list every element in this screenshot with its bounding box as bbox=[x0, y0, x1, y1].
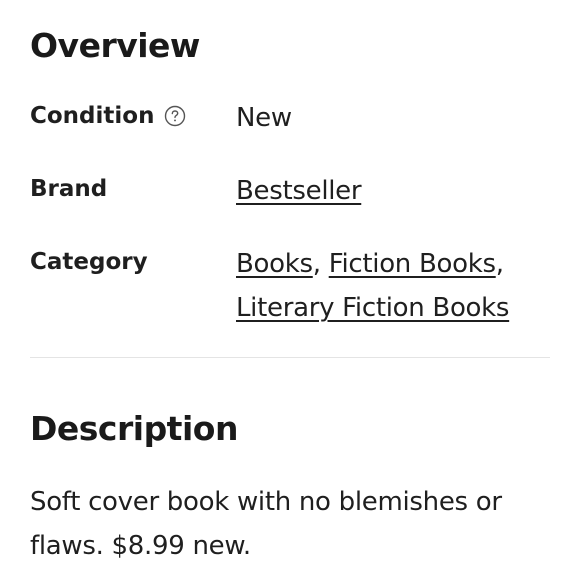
section-divider bbox=[30, 357, 550, 358]
category-separator: , bbox=[495, 249, 504, 279]
condition-label: Condition bbox=[30, 103, 155, 129]
category-links: Books, Fiction Books, Literary Fiction B… bbox=[236, 242, 509, 330]
description-heading: Description bbox=[30, 409, 238, 448]
brand-label: Brand bbox=[30, 176, 108, 202]
description-text: Soft cover book with no blemishes or fla… bbox=[30, 487, 502, 561]
condition-label-wrap: Condition bbox=[30, 100, 236, 132]
category-label: Category bbox=[30, 249, 148, 275]
overview-heading: Overview bbox=[30, 26, 200, 65]
brand-value-wrap: Bestseller bbox=[236, 169, 362, 213]
question-circle-icon[interactable] bbox=[164, 105, 186, 127]
condition-value: New bbox=[236, 103, 292, 133]
category-separator: , bbox=[312, 249, 321, 279]
category-link-fiction-books[interactable]: Fiction Books bbox=[329, 249, 496, 279]
category-link-literary-fiction-books[interactable]: Literary Fiction Books bbox=[236, 293, 509, 323]
category-row: Category Books, Fiction Books, Literary … bbox=[30, 246, 550, 330]
condition-row: Condition New bbox=[30, 100, 550, 140]
brand-link[interactable]: Bestseller bbox=[236, 176, 362, 206]
brand-row: Brand Bestseller bbox=[30, 173, 550, 213]
category-link-books[interactable]: Books bbox=[236, 249, 313, 279]
